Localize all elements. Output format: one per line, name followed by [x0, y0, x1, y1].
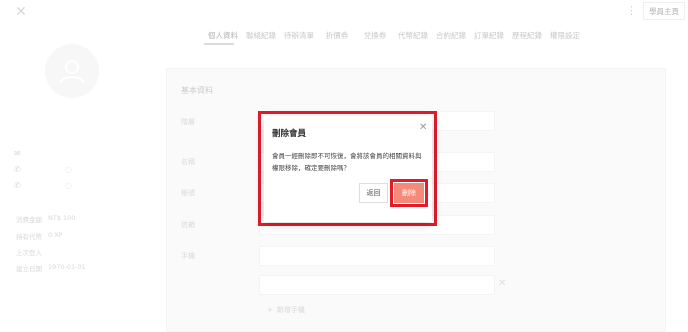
back-button[interactable]: 返回: [359, 183, 388, 203]
dialog-title: 刪除會員: [272, 129, 307, 139]
dialog-message: 會員一經刪除即不可恢復，會將該會員的相關資料與權限移除，確定要刪除嗎？: [272, 152, 422, 172]
close-icon[interactable]: ✕: [419, 123, 427, 133]
delete-button[interactable]: 刪除: [394, 183, 424, 203]
delete-member-dialog: 刪除會員 ✕ 會員一經刪除即不可恢復，會將該會員的相關資料與權限移除，確定要刪除…: [264, 116, 432, 222]
member-page: ✕ ⋮ 學員主頁 個人資料 聯絡紀錄 待辦清單 折價券 兌換券 代幣紀錄 合約紀…: [0, 0, 688, 332]
